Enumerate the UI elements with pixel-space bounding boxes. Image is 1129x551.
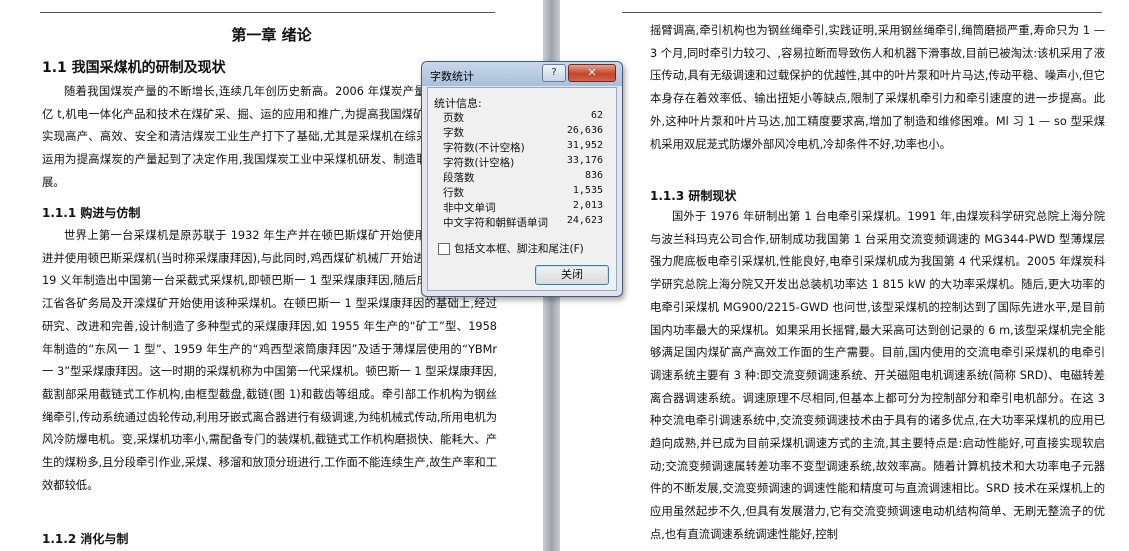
- chapter-title: 第一章 绪论: [231, 26, 312, 44]
- paragraph: 摇臂调高,牵引机构也为钢丝绳牵引,实践证明,采用钢丝绳牵引,绳筒磨损严重,寿命只…: [650, 24, 1105, 151]
- word-count-dialog: 字数统计 ? ✕ 统计信息: 页数 62 字数 26,636 字符数(不计空格)…: [421, 61, 623, 297]
- close-button[interactable]: 关闭: [535, 265, 609, 285]
- document-page-right: 摇臂调高,牵引机构也为钢丝绳牵引,实践证明,采用钢丝绳牵引,绳筒磨损严重,寿命只…: [560, 0, 1129, 551]
- stat-row: 字符数(计空格) 33,176: [443, 155, 603, 169]
- page-header-rule: [40, 12, 495, 13]
- page-header-rule: [622, 12, 1102, 13]
- stat-value: 1,535: [572, 185, 603, 196]
- include-textboxes-checkbox[interactable]: 包括文本框、脚注和尾注(F): [438, 241, 584, 256]
- stat-value: 31,952: [566, 140, 603, 151]
- stat-label: 非中文单词: [443, 202, 496, 214]
- close-x-button[interactable]: ✕: [568, 64, 616, 82]
- subsection-title: 1.1.3 研制现状: [650, 189, 737, 203]
- stat-row: 字数 26,636: [443, 125, 603, 139]
- stat-label: 字数: [443, 127, 464, 139]
- stat-value: 836: [584, 170, 603, 181]
- checkbox-box[interactable]: [438, 243, 450, 255]
- stat-label: 中文字符和朝鲜语单词: [443, 217, 548, 229]
- stat-value: 2,013: [572, 200, 603, 211]
- checkbox-label: 包括文本框、脚注和尾注(F): [454, 243, 584, 255]
- stat-value: 33,176: [566, 155, 603, 166]
- paragraph: 国外于 1976 年研制出第 1 台电牵引采煤机。1991 年,由煤炭科学研究总…: [650, 210, 1105, 541]
- stat-row: 中文字符和朝鲜语单词 24,623: [443, 215, 603, 229]
- stat-value: 26,636: [566, 125, 603, 136]
- stat-label: 段落数: [443, 172, 475, 184]
- stat-label: 行数: [443, 187, 464, 199]
- section-title: 1.1 我国采煤机的研制及现状: [42, 60, 226, 76]
- stat-row: 字符数(不计空格) 31,952: [443, 140, 603, 154]
- stat-row: 页数 62: [443, 110, 603, 124]
- stat-row: 段落数 836: [443, 170, 603, 184]
- subsection-title: 1.1.2 消化与制: [42, 532, 129, 546]
- dialog-body: 统计信息: 页数 62 字数 26,636 字符数(不计空格) 31,952 字…: [427, 87, 617, 291]
- stat-label: 字符数(不计空格): [443, 142, 525, 154]
- dialog-title: 字数统计: [430, 70, 474, 83]
- dialog-titlebar[interactable]: 字数统计 ? ✕: [422, 62, 622, 86]
- stat-row: 非中文单词 2,013: [443, 200, 603, 214]
- stats-label: 统计信息:: [434, 97, 482, 110]
- stat-value: 24,623: [566, 215, 603, 226]
- help-button[interactable]: ?: [542, 64, 566, 82]
- stat-label: 字符数(计空格): [443, 157, 515, 169]
- stat-row: 行数 1,535: [443, 185, 603, 199]
- stat-value: 62: [590, 110, 603, 121]
- subsection-title: 1.1.1 购进与仿制: [42, 206, 141, 220]
- stat-label: 页数: [443, 112, 464, 124]
